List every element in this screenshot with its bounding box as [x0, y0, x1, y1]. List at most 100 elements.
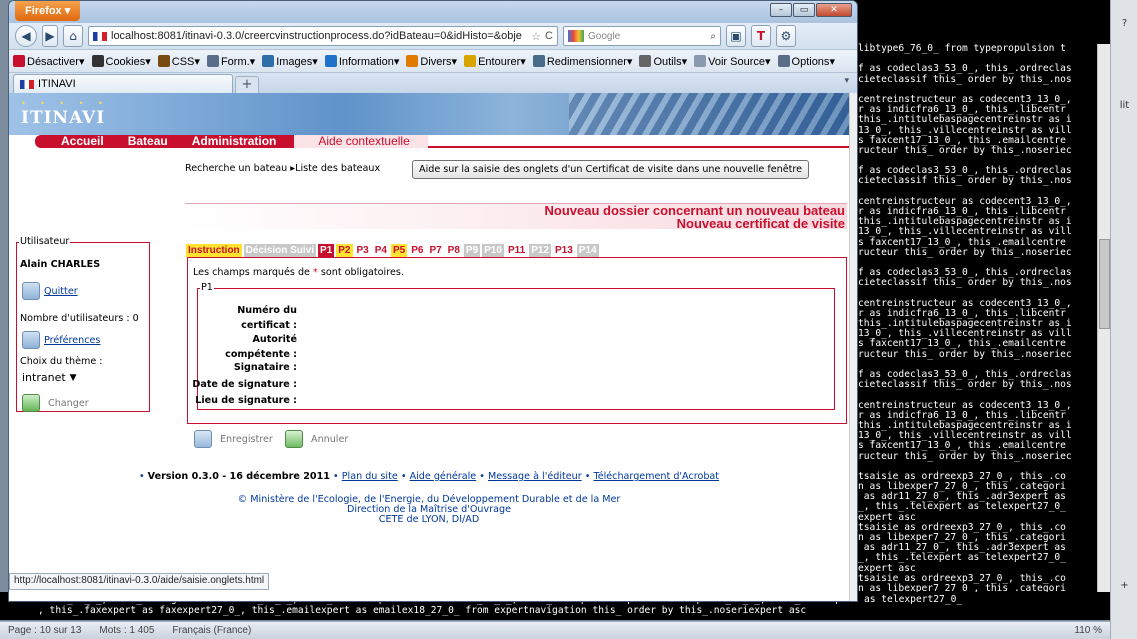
- devbar-item[interactable]: Cookies▾: [91, 54, 151, 68]
- firefox-menu-button[interactable]: Firefox ▾: [15, 1, 81, 21]
- help-icon[interactable]: ?: [1117, 18, 1132, 33]
- addon-icon[interactable]: ▣: [726, 25, 746, 47]
- maximize-button[interactable]: ▭: [793, 3, 815, 17]
- console-line: cieteclassif this_ order by this_.nos: [858, 277, 1072, 289]
- tab-p11[interactable]: P11: [505, 244, 528, 257]
- devbar-item[interactable]: Form.▾: [206, 54, 255, 68]
- tab-p9[interactable]: P9: [463, 244, 481, 257]
- devbar-item[interactable]: CSS▾: [157, 54, 200, 68]
- devbar-item[interactable]: Désactiver▾: [13, 54, 85, 68]
- minimize-button[interactable]: –: [770, 3, 792, 17]
- footer-link[interactable]: Aide générale: [410, 471, 477, 482]
- devbar-item-label: Voir Source: [708, 55, 765, 68]
- devbar-item[interactable]: Divers▾: [406, 54, 457, 68]
- tab-p2[interactable]: P2: [336, 244, 353, 257]
- change-theme-icon[interactable]: [22, 394, 40, 412]
- user-panel-legend: Utilisateur: [19, 236, 71, 247]
- nav-underline: [427, 135, 849, 148]
- field-signataire: Signataire :: [233, 362, 297, 373]
- web-developer-toolbar: Désactiver▾ Cookies▾ CSS▾ Form.▾ Images▾ Info…: [9, 49, 857, 73]
- devbar-item[interactable]: Voir Source▾: [694, 54, 771, 68]
- nav-administration[interactable]: Administration: [174, 135, 295, 148]
- word-language[interactable]: Français (France): [172, 625, 251, 636]
- devbar-item[interactable]: Options▾: [777, 54, 835, 68]
- devbar-item-icon: [324, 54, 337, 67]
- console-line: libtype6_76_0_ from typepropulsion t: [858, 43, 1066, 54]
- tab-instruction[interactable]: Instruction: [186, 244, 242, 257]
- close-button[interactable]: ✕: [816, 3, 852, 17]
- preferences-link[interactable]: Préférences: [44, 335, 100, 346]
- user-count: Nombre d'utilisateurs : 0: [20, 313, 139, 324]
- section-legend: P1: [200, 282, 214, 293]
- devbar-item-icon: [262, 54, 275, 67]
- theme-select[interactable]: intranet ▼: [20, 370, 79, 385]
- back-button[interactable]: ◀: [15, 25, 37, 47]
- url-bar[interactable]: localhost:8081/itinavi-0.3.0/creercvinst…: [88, 26, 558, 46]
- devbar-item[interactable]: Images▾: [262, 54, 318, 68]
- nav-bateau[interactable]: Bateau: [122, 135, 174, 148]
- footer-link[interactable]: Téléchargement d'Acrobat: [593, 471, 719, 482]
- cancel-icon: [285, 430, 303, 448]
- site-logo[interactable]: ITINAVI: [21, 108, 105, 128]
- preferences-icon[interactable]: [22, 331, 40, 349]
- devbar-item-icon: [406, 54, 419, 67]
- plus-icon[interactable]: +: [1117, 580, 1132, 595]
- nav-accueil[interactable]: Accueil: [35, 135, 122, 148]
- console-scrollbar-thumb[interactable]: [1099, 239, 1110, 329]
- footer-link[interactable]: Plan du site: [342, 471, 398, 482]
- console-line: , this_.faxexpert as faxexpert27_0_, thi…: [38, 604, 807, 616]
- bookmark-star-icon[interactable]: ☆: [531, 30, 541, 43]
- new-tab-button[interactable]: +: [235, 76, 259, 93]
- footer-link[interactable]: Message à l'éditeur: [488, 471, 582, 482]
- required-notice: Les champs marqués de * sont obligatoire…: [193, 267, 404, 278]
- cancel-button[interactable]: Annuler: [285, 430, 348, 448]
- page-subtitle: Nouveau certificat de visite: [676, 216, 845, 231]
- console-output: libtype6_76_0_ from typepropulsion tf as…: [846, 0, 1110, 600]
- tab-décision-suivi[interactable]: Décision Suivi: [243, 244, 317, 257]
- quit-link[interactable]: Quitter: [44, 286, 78, 297]
- tab-p6[interactable]: P6: [409, 244, 426, 257]
- tab-p8[interactable]: P8: [445, 244, 462, 257]
- save-button[interactable]: Enregistrer: [194, 430, 273, 448]
- tab-p14[interactable]: P14: [576, 244, 599, 257]
- required-text: Les champs marqués de: [193, 267, 310, 278]
- section-p1: P1 Numéro du certificat : Autorité compé…: [192, 282, 835, 410]
- home-icon[interactable]: ⌂: [63, 25, 83, 47]
- console-scrollbar[interactable]: [1097, 44, 1110, 592]
- devbar-item-label: Désactiver: [27, 55, 79, 68]
- tab-p13[interactable]: P13: [552, 244, 575, 257]
- tab-p3[interactable]: P3: [354, 244, 371, 257]
- tab-p12[interactable]: P12: [529, 244, 551, 257]
- breadcrumb[interactable]: Recherche un bateau ▸Liste des bateaux: [185, 163, 380, 174]
- reload-icon[interactable]: C: [545, 30, 553, 42]
- tab-p5[interactable]: P5: [390, 244, 408, 257]
- change-theme-button[interactable]: Changer: [48, 398, 89, 409]
- devbar-item-label: Entourer: [478, 55, 521, 68]
- tab-p10[interactable]: P10: [482, 244, 504, 257]
- tab-p1[interactable]: P1: [318, 244, 335, 257]
- tab-p4[interactable]: P4: [372, 244, 389, 257]
- tab-list-icon[interactable]: ▾: [844, 76, 849, 86]
- google-icon[interactable]: [568, 30, 584, 42]
- search-bar[interactable]: Google ⌕: [563, 26, 721, 46]
- forward-button[interactable]: ▶: [42, 25, 58, 47]
- tab-title: ITINAVI: [38, 78, 76, 90]
- text-addon-icon[interactable]: T: [751, 25, 771, 47]
- help-tabs-button[interactable]: Aide sur la saisie des onglets d'un Cert…: [412, 160, 809, 179]
- page-scrollbar[interactable]: [849, 93, 857, 601]
- word-zoom[interactable]: 110 %: [1074, 625, 1102, 636]
- tools-icon[interactable]: ⚙: [776, 25, 796, 47]
- page-footer: • Version 0.3.0 - 16 décembre 2011 • Pla…: [9, 471, 849, 525]
- tab-itinavi[interactable]: ITINAVI: [13, 74, 233, 93]
- quit-icon[interactable]: [22, 282, 40, 300]
- url-text[interactable]: localhost:8081/itinavi-0.3.0/creercvinst…: [111, 30, 527, 42]
- tab-p7[interactable]: P7: [427, 244, 444, 257]
- banner-dots: • • • • •: [21, 99, 109, 108]
- nav-aide-contextuelle[interactable]: Aide contextuelle: [294, 135, 428, 148]
- devbar-item[interactable]: Redimensionner▾: [532, 54, 632, 68]
- devbar-item[interactable]: Information▾: [324, 54, 399, 68]
- devbar-item[interactable]: Entourer▾: [464, 54, 526, 68]
- search-icon[interactable]: ⌕: [710, 31, 716, 42]
- chevron-down-icon: ▼: [69, 372, 77, 383]
- devbar-item[interactable]: Outils▾: [639, 54, 687, 68]
